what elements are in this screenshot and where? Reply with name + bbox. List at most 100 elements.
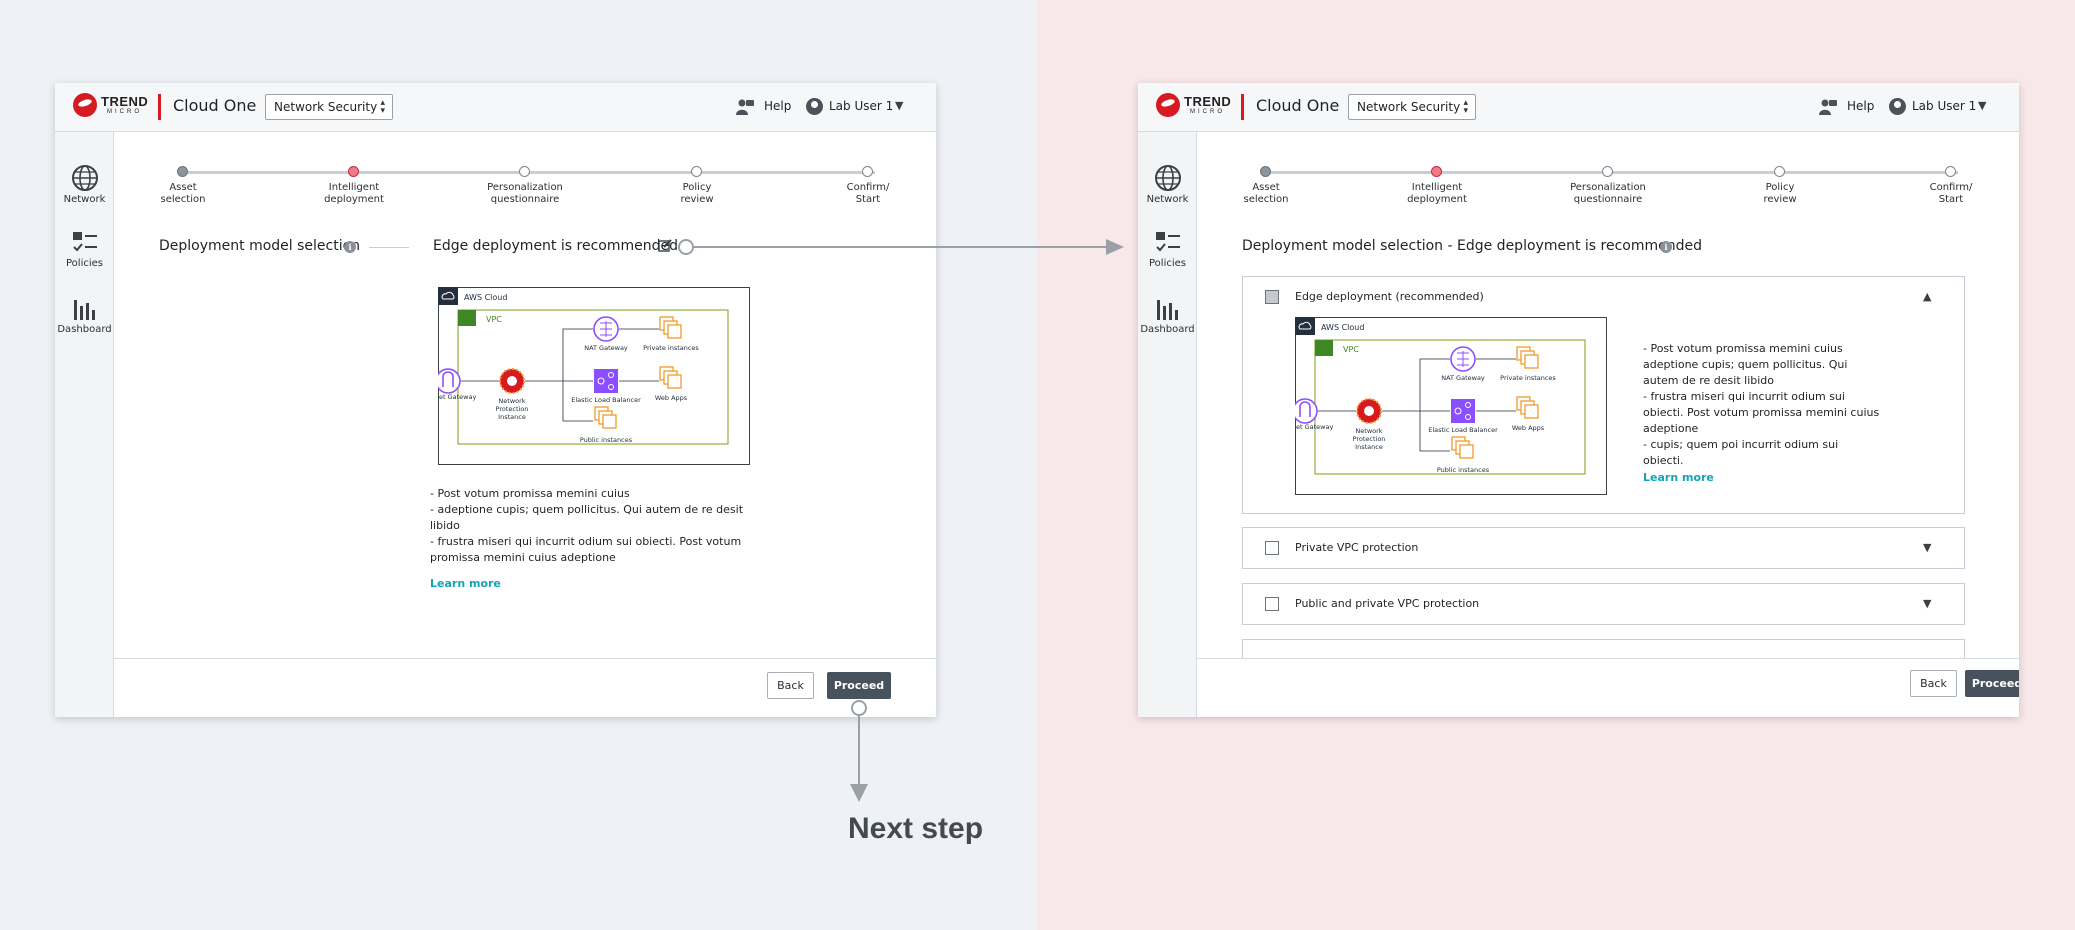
option-checkbox[interactable] bbox=[1265, 541, 1279, 555]
app-title: Cloud One bbox=[173, 96, 257, 115]
help-link[interactable]: Help bbox=[764, 99, 791, 113]
web-apps-label: Web Apps bbox=[1512, 424, 1545, 432]
back-button[interactable]: Back bbox=[767, 672, 814, 699]
sidebar-item-label: Network bbox=[1146, 194, 1189, 205]
sidebar-item-label: Policies bbox=[1149, 258, 1186, 269]
step-label-personalization: Personalization questionnaire bbox=[1570, 182, 1646, 205]
step-dot-asset[interactable] bbox=[177, 166, 188, 177]
trend-micro-logo-icon bbox=[73, 93, 97, 117]
sidebar: Network Policies Dashboard bbox=[55, 132, 114, 717]
globe-icon bbox=[71, 165, 98, 191]
help-link[interactable]: Help bbox=[1847, 99, 1874, 113]
logo-subtext: MICRO bbox=[1190, 109, 1225, 115]
option-checkbox[interactable] bbox=[1265, 290, 1279, 304]
chevron-down-icon[interactable]: ▼ bbox=[1978, 99, 1986, 112]
flow-connector-proceed bbox=[851, 700, 867, 716]
sidebar-item-dashboard[interactable]: Dashboard bbox=[1138, 296, 1197, 335]
sidebar-item-network[interactable]: Network bbox=[55, 164, 114, 205]
header-divider bbox=[1241, 94, 1244, 120]
back-button[interactable]: Back bbox=[1910, 670, 1957, 697]
elb-label: Elastic Load Balancer bbox=[571, 396, 641, 404]
edit-icon[interactable] bbox=[658, 238, 673, 253]
step-label-confirm: Confirm/Start bbox=[1929, 182, 1973, 205]
learn-more-link[interactable]: Learn more bbox=[430, 577, 501, 590]
internet-gateway-label: Internet Gateway bbox=[1295, 423, 1333, 431]
page-title: Deployment model selection - Edge deploy… bbox=[1242, 238, 1702, 254]
internet-gateway-label: Internet Gateway bbox=[438, 393, 476, 401]
sidebar-item-policies[interactable]: Policies bbox=[55, 230, 114, 269]
step-dot-policy[interactable] bbox=[691, 166, 702, 177]
web-apps-icon bbox=[659, 366, 682, 389]
step-label-asset: Asset selection bbox=[160, 182, 206, 205]
public-instances-label: Public instances bbox=[1437, 466, 1490, 474]
select-arrows-icon: ▴ ▾ bbox=[1463, 98, 1468, 116]
user-menu[interactable]: Lab User 1 bbox=[829, 99, 893, 113]
sidebar-item-label: Network bbox=[63, 194, 106, 205]
flow-arrow-vertical bbox=[858, 716, 860, 786]
sidebar: Network Policies Dashboard bbox=[1138, 132, 1197, 717]
description-text: - Post votum promissa memini cuius adept… bbox=[1643, 342, 1880, 467]
globe-icon bbox=[1154, 165, 1181, 191]
window-left: TREND MICRO Cloud One Network Security ▴… bbox=[55, 83, 936, 717]
user-menu[interactable]: Lab User 1 bbox=[1912, 99, 1976, 113]
sidebar-item-label: Policies bbox=[66, 258, 103, 269]
option-edge-deployment[interactable]: Edge deployment (recommended) ▲ AWS Clou… bbox=[1242, 276, 1965, 514]
sidebar-item-label: Dashboard bbox=[1140, 324, 1195, 335]
option-private-vpc[interactable]: Private VPC protection ▼ bbox=[1242, 527, 1965, 569]
web-apps-icon bbox=[1516, 396, 1539, 419]
bar-chart-icon bbox=[1156, 300, 1178, 320]
option-title: Edge deployment (recommended) bbox=[1295, 290, 1484, 303]
user-avatar-icon bbox=[1889, 98, 1906, 115]
learn-more-link[interactable]: Learn more bbox=[1643, 471, 1714, 484]
step-label-intelligent: Intelligent deployment bbox=[1407, 182, 1467, 205]
help-icon[interactable] bbox=[1819, 98, 1837, 116]
npi-label-3: Instance bbox=[1355, 443, 1383, 451]
public-instances-icon bbox=[594, 406, 617, 429]
chevron-down-icon[interactable]: ▼ bbox=[1923, 597, 1931, 610]
app-header: TREND MICRO Cloud One Network Security ▴… bbox=[55, 83, 936, 132]
trend-micro-logo-icon bbox=[1156, 93, 1180, 117]
description-text: - Post votum promissa memini cuius - ade… bbox=[430, 487, 744, 564]
option-title: Private VPC protection bbox=[1295, 541, 1419, 554]
info-icon[interactable]: i bbox=[1660, 241, 1672, 253]
sidebar-item-policies[interactable]: Policies bbox=[1138, 230, 1197, 269]
proceed-button[interactable]: Proceed bbox=[827, 672, 891, 699]
sidebar-item-dashboard[interactable]: Dashboard bbox=[55, 296, 114, 335]
option-checkbox[interactable] bbox=[1265, 597, 1279, 611]
step-dot-asset[interactable] bbox=[1260, 166, 1271, 177]
footer-bar: Back Proceed bbox=[1197, 658, 2019, 717]
next-step-label: Next step bbox=[848, 812, 984, 845]
proceed-button[interactable]: Proceed bbox=[1965, 670, 2019, 697]
logo-subtext: MICRO bbox=[107, 109, 142, 115]
npi-label-1: Network bbox=[1355, 427, 1382, 435]
service-select[interactable]: Network Security ▴ ▾ bbox=[1348, 94, 1476, 120]
aws-cloud-label: AWS Cloud bbox=[464, 293, 507, 302]
step-dot-confirm[interactable] bbox=[862, 166, 873, 177]
recommendation-text: Edge deployment is recommended bbox=[433, 238, 678, 254]
option-title: Public and private VPC protection bbox=[1295, 597, 1480, 610]
chevron-down-icon[interactable]: ▼ bbox=[895, 99, 903, 112]
aws-cloud-label: AWS Cloud bbox=[1321, 323, 1364, 332]
vpc-label: VPC bbox=[1343, 345, 1359, 354]
vpc-label: VPC bbox=[486, 315, 502, 324]
private-instances-label: Private instances bbox=[1500, 374, 1556, 382]
chevron-down-icon[interactable]: ▼ bbox=[1923, 541, 1931, 554]
option-public-private-vpc[interactable]: Public and private VPC protection ▼ bbox=[1242, 583, 1965, 625]
app-title: Cloud One bbox=[1256, 96, 1340, 115]
private-instances-label: Private instances bbox=[643, 344, 699, 352]
step-dot-personalization[interactable] bbox=[519, 166, 530, 177]
sidebar-item-network[interactable]: Network bbox=[1138, 164, 1197, 205]
step-dot-intelligent[interactable] bbox=[1431, 166, 1442, 177]
step-dot-policy[interactable] bbox=[1774, 166, 1785, 177]
service-select[interactable]: Network Security ▴ ▾ bbox=[265, 94, 393, 120]
step-dot-intelligent[interactable] bbox=[348, 166, 359, 177]
aws-cloud-icon bbox=[438, 287, 458, 305]
npi-label-1: Network bbox=[498, 397, 525, 405]
step-dot-personalization[interactable] bbox=[1602, 166, 1613, 177]
npi-label-2: Protection bbox=[496, 405, 529, 413]
chevron-up-icon[interactable]: ▲ bbox=[1923, 290, 1931, 303]
step-dot-confirm[interactable] bbox=[1945, 166, 1956, 177]
step-label-policy: Policy review bbox=[1763, 182, 1797, 205]
info-icon[interactable]: i bbox=[344, 241, 356, 253]
help-icon[interactable] bbox=[736, 98, 754, 116]
